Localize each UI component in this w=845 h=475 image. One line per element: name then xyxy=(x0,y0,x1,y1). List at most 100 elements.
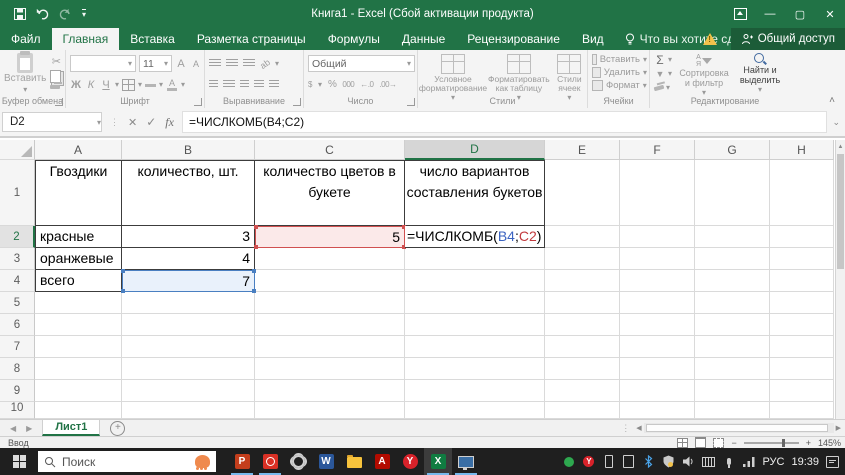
cell-d2-editing[interactable]: =ЧИСЛКОМБ(B4;C2) xyxy=(405,226,545,248)
cell[interactable] xyxy=(545,402,620,419)
taskbar-excel-active[interactable]: X xyxy=(424,448,452,475)
cell[interactable] xyxy=(770,358,834,380)
taskbar-search[interactable]: Поиск xyxy=(38,451,216,472)
cell-styles-button[interactable]: Стили ячеек ▾ xyxy=(554,54,585,102)
number-format-combobox[interactable]: Общий ▾ xyxy=(308,55,415,72)
number-dialog-launcher[interactable] xyxy=(407,98,415,106)
cell[interactable] xyxy=(545,248,620,270)
format-as-table-button[interactable]: Форматировать как таблицу ▾ xyxy=(488,54,550,102)
cell[interactable] xyxy=(122,336,255,358)
vertical-scrollbar-thumb[interactable] xyxy=(837,154,844,269)
cell[interactable] xyxy=(545,292,620,314)
tab-file[interactable]: Файл xyxy=(0,28,52,50)
cell[interactable] xyxy=(695,380,770,402)
tab-home[interactable]: Главная xyxy=(51,28,120,50)
taskbar-yandex-browser[interactable]: Y xyxy=(396,448,424,475)
cell[interactable] xyxy=(405,336,545,358)
delete-cells-button[interactable]: Удалить ▾ xyxy=(592,66,647,79)
column-header-b[interactable]: B xyxy=(122,140,255,160)
cell[interactable] xyxy=(255,292,405,314)
language-indicator[interactable]: РУС xyxy=(762,456,784,468)
cell-b2[interactable]: 3 xyxy=(122,226,255,248)
cell[interactable] xyxy=(255,358,405,380)
format-painter-icon[interactable] xyxy=(50,85,61,89)
tab-data[interactable]: Данные xyxy=(391,28,456,50)
cell[interactable] xyxy=(545,226,620,248)
row-header-8[interactable]: 8 xyxy=(0,358,35,380)
restore-button[interactable]: ▢ xyxy=(785,0,815,28)
autosum-button[interactable]: Σ ▾ xyxy=(654,53,672,67)
cell[interactable] xyxy=(405,402,545,419)
decrease-decimal-icon[interactable]: .00→ xyxy=(379,80,397,89)
ribbon-display-options-button[interactable] xyxy=(725,0,755,28)
insert-cells-button[interactable]: Вставить ▾ xyxy=(592,53,647,66)
horizontal-scrollbar-track[interactable] xyxy=(643,423,834,433)
zoom-out-button[interactable]: − xyxy=(731,438,736,448)
cell[interactable] xyxy=(405,248,545,270)
horizontal-scrollbar[interactable]: ⋮ ◀ ▶ xyxy=(621,422,841,434)
row-header-1[interactable]: 1 xyxy=(0,160,35,226)
row-header-9[interactable]: 9 xyxy=(0,380,35,402)
taskbar-acrobat[interactable]: A xyxy=(368,448,396,475)
percent-style-icon[interactable]: % xyxy=(328,79,337,90)
taskbar-settings[interactable] xyxy=(284,448,312,475)
column-header-d[interactable]: D xyxy=(405,140,545,160)
taskbar-display-app[interactable] xyxy=(452,448,480,475)
borders-icon[interactable] xyxy=(122,78,136,91)
confirm-entry-button[interactable]: ✓ xyxy=(146,115,156,129)
sheet-tab-list1[interactable]: Лист1 xyxy=(42,420,101,436)
cell[interactable] xyxy=(770,314,834,336)
tab-view[interactable]: Вид xyxy=(571,28,615,50)
alignment-dialog-launcher[interactable] xyxy=(293,98,301,106)
insert-function-button[interactable]: fx xyxy=(165,115,174,130)
save-icon[interactable] xyxy=(14,8,26,20)
cut-icon[interactable]: ✂ xyxy=(50,55,62,68)
taskbar-powerpoint[interactable]: P xyxy=(228,448,256,475)
yandex-tray-icon[interactable]: Y xyxy=(582,455,595,469)
cell[interactable] xyxy=(695,248,770,270)
fill-button[interactable]: ▼ ▾ xyxy=(654,67,672,80)
close-button[interactable]: ✕ xyxy=(815,0,845,28)
font-name-combobox[interactable]: ▾ xyxy=(70,55,136,72)
column-header-f[interactable]: F xyxy=(620,140,695,160)
cell[interactable] xyxy=(122,402,255,419)
cell[interactable] xyxy=(545,270,620,292)
cell[interactable] xyxy=(545,314,620,336)
paste-button[interactable]: Вставить ▾ xyxy=(4,51,46,95)
cell-b1[interactable]: количество, шт. xyxy=(122,160,255,226)
cell[interactable] xyxy=(35,292,122,314)
cell[interactable] xyxy=(122,380,255,402)
align-middle-icon[interactable] xyxy=(226,59,238,68)
cell[interactable] xyxy=(695,314,770,336)
underline-button[interactable]: Ч xyxy=(100,79,112,91)
clipboard-dialog-launcher[interactable] xyxy=(55,98,63,106)
copy-icon[interactable] xyxy=(50,70,62,83)
start-button[interactable] xyxy=(0,448,38,475)
cell-a2[interactable]: красные xyxy=(35,226,122,248)
row-header-7[interactable]: 7 xyxy=(0,336,35,358)
name-box[interactable]: D2 ▾ xyxy=(2,112,102,132)
orientation-icon[interactable]: ab xyxy=(258,57,272,71)
antivirus-tray-icon[interactable] xyxy=(562,455,575,469)
column-header-e[interactable]: E xyxy=(545,140,620,160)
format-cells-button[interactable]: Формат ▾ xyxy=(592,79,647,92)
cell[interactable] xyxy=(770,248,834,270)
cell[interactable] xyxy=(35,314,122,336)
cell[interactable] xyxy=(405,380,545,402)
align-top-icon[interactable] xyxy=(209,59,221,68)
expand-formula-bar-icon[interactable]: ⌄ xyxy=(827,117,845,128)
cell[interactable] xyxy=(695,358,770,380)
cell[interactable] xyxy=(620,270,695,292)
cell[interactable] xyxy=(255,380,405,402)
notification-center-icon[interactable] xyxy=(826,455,839,469)
cell[interactable] xyxy=(620,380,695,402)
cancel-entry-button[interactable]: ✕ xyxy=(128,116,137,129)
network-icon[interactable] xyxy=(742,455,755,469)
cell-c1[interactable]: количество цветов в букете xyxy=(255,160,405,226)
cell[interactable] xyxy=(35,358,122,380)
splitter-dots-icon[interactable]: ⋮ xyxy=(621,423,630,434)
cell[interactable] xyxy=(255,248,405,270)
cell[interactable] xyxy=(770,226,834,248)
horizontal-scrollbar-thumb[interactable] xyxy=(645,424,828,432)
cell[interactable] xyxy=(545,380,620,402)
